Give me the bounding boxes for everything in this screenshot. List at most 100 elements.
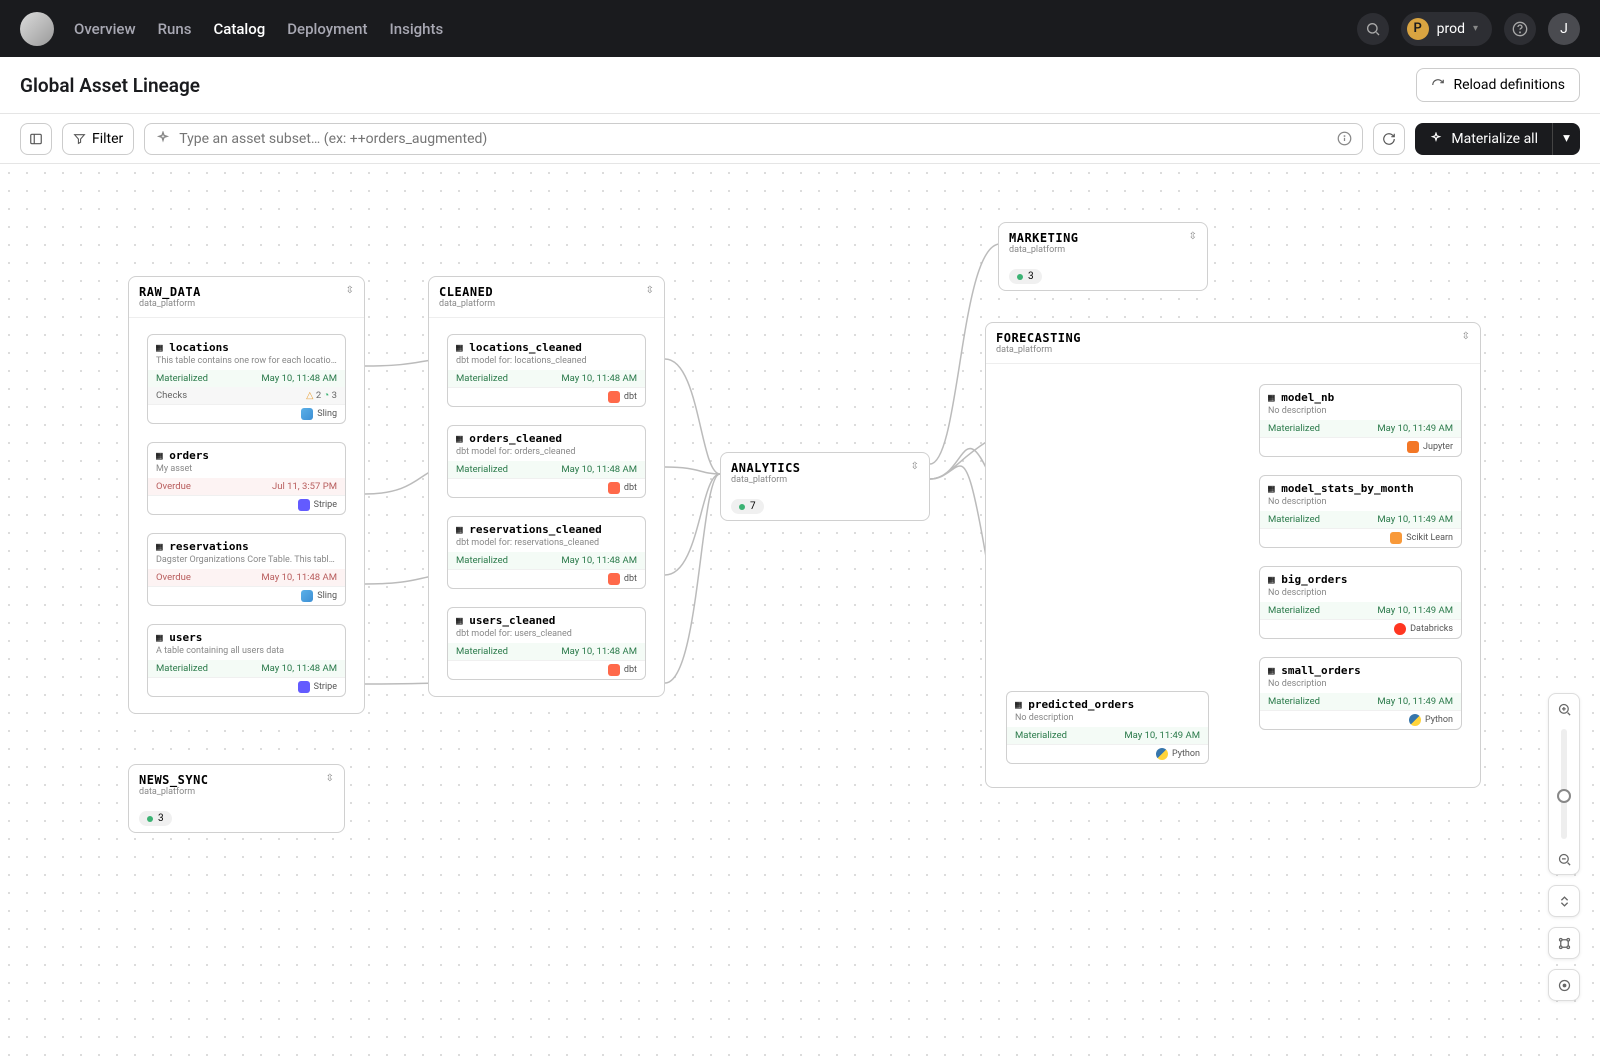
- group-raw-data[interactable]: RAW_DATA data_platform ⇳ ▦ locations Thi…: [128, 276, 365, 714]
- expand-icon[interactable]: ⇳: [1189, 231, 1197, 255]
- asset-description: No description: [1015, 713, 1200, 723]
- asset-card[interactable]: ▦ reservations Dagster Organizations Cor…: [147, 533, 346, 606]
- asset-tag: Python: [1260, 710, 1461, 729]
- asset-tag: dbt: [448, 478, 645, 497]
- page-title: Global Asset Lineage: [20, 74, 200, 97]
- nav-deployment[interactable]: Deployment: [287, 20, 367, 38]
- group-subtitle: data_platform: [439, 299, 495, 309]
- zoom-slider[interactable]: [1561, 729, 1567, 839]
- asset-description: dbt model for: reservations_cleaned: [456, 538, 637, 548]
- group-news-sync[interactable]: NEWS_SYNC data_platform ⇳ 3: [128, 764, 345, 833]
- asset-name: ▦ users: [156, 631, 337, 644]
- asset-name: ▦ locations: [156, 341, 337, 354]
- asset-status: MaterializedMay 10, 11:49 AM: [1260, 420, 1461, 437]
- materialize-caret[interactable]: ▾: [1552, 123, 1580, 155]
- nav-insights[interactable]: Insights: [390, 20, 444, 38]
- asset-description: dbt model for: users_cleaned: [456, 629, 637, 639]
- asset-name: ▦ users_cleaned: [456, 614, 637, 627]
- asset-card[interactable]: ▦ orders_cleaned dbt model for: orders_c…: [447, 425, 646, 498]
- jupyter-icon: [1407, 441, 1419, 453]
- asset-card[interactable]: ▦ orders My asset OverdueJul 11, 3:57 PM…: [147, 442, 346, 515]
- asset-card[interactable]: ▦ small_orders No description Materializ…: [1259, 657, 1462, 730]
- asset-description: Dagster Organizations Core Table. This t…: [156, 555, 337, 565]
- asset-tag: dbt: [448, 660, 645, 679]
- expand-icon[interactable]: ⇳: [326, 773, 334, 797]
- group-title: RAW_DATA: [139, 285, 201, 299]
- search-icon[interactable]: [1357, 13, 1389, 45]
- filter-icon: [73, 132, 86, 145]
- asset-card[interactable]: ▦ predicted_orders No description Materi…: [1006, 691, 1209, 764]
- logo[interactable]: [20, 12, 54, 46]
- collapse-icon[interactable]: ⇳: [646, 285, 654, 309]
- dbt-icon: [608, 482, 620, 494]
- asset-card[interactable]: ▦ model_stats_by_month No description Ma…: [1259, 475, 1462, 548]
- collapse-icon[interactable]: ⇳: [346, 285, 354, 309]
- zoom-out-button[interactable]: [1549, 844, 1579, 874]
- group-subtitle: data_platform: [139, 787, 209, 797]
- reload-button[interactable]: Reload definitions: [1416, 68, 1580, 102]
- dbt-icon: [608, 664, 620, 676]
- group-analytics[interactable]: ANALYTICS data_platform ⇳ 7: [720, 452, 930, 521]
- refresh-button[interactable]: [1373, 123, 1405, 155]
- toolbar: Filter Materialize all ▾: [0, 114, 1600, 164]
- nav-runs[interactable]: Runs: [158, 20, 192, 38]
- asset-tag: Sling: [148, 404, 345, 423]
- asset-description: This table contains one row for each loc…: [156, 356, 337, 366]
- asset-tag: dbt: [448, 569, 645, 588]
- env-switcher[interactable]: P prod ▾: [1401, 12, 1492, 46]
- asset-tag: Sling: [148, 586, 345, 605]
- asset-status: OverdueJul 11, 3:57 PM: [148, 478, 345, 495]
- asset-card[interactable]: ▦ users_cleaned dbt model for: users_cle…: [447, 607, 646, 680]
- refresh-icon: [1382, 132, 1396, 146]
- materialize-button[interactable]: Materialize all: [1415, 123, 1552, 155]
- asset-name: ▦ model_nb: [1268, 391, 1453, 404]
- group-title: FORECASTING: [996, 331, 1081, 345]
- asset-count: 3: [139, 811, 172, 826]
- nav-links: Overview Runs Catalog Deployment Insight…: [74, 20, 443, 38]
- lineage-canvas[interactable]: RAW_DATA data_platform ⇳ ▦ locations Thi…: [0, 164, 1600, 1061]
- asset-status: MaterializedMay 10, 11:48 AM: [148, 660, 345, 677]
- sling-icon: [301, 590, 313, 602]
- expand-icon[interactable]: ⇳: [911, 461, 919, 485]
- group-marketing[interactable]: MARKETING data_platform ⇳ 3: [998, 222, 1208, 291]
- user-avatar[interactable]: J: [1548, 13, 1580, 45]
- asset-tag: Python: [1007, 744, 1208, 763]
- asset-name: ▦ big_orders: [1268, 573, 1453, 586]
- zoom-in-button[interactable]: [1549, 694, 1579, 724]
- dbt-icon: [608, 391, 620, 403]
- asset-card[interactable]: ▦ big_orders No description Materialized…: [1259, 566, 1462, 639]
- sidebar-toggle-button[interactable]: [20, 123, 52, 155]
- env-badge: P: [1407, 18, 1429, 40]
- zoom-knob[interactable]: [1557, 789, 1571, 803]
- info-icon[interactable]: [1337, 131, 1352, 146]
- collapse-all-button[interactable]: [1549, 886, 1579, 916]
- asset-status: MaterializedMay 10, 11:48 AM: [148, 370, 345, 387]
- asset-tag: Scikit Learn: [1260, 528, 1461, 547]
- nav-catalog[interactable]: Catalog: [213, 20, 265, 38]
- group-cleaned[interactable]: CLEANED data_platform ⇳ ▦ locations_clea…: [428, 276, 665, 697]
- group-title: NEWS_SYNC: [139, 773, 209, 787]
- python-icon: [1156, 748, 1168, 760]
- asset-description: dbt model for: orders_cleaned: [456, 447, 637, 457]
- asset-status: MaterializedMay 10, 11:48 AM: [448, 643, 645, 660]
- asset-tag: dbt: [448, 387, 645, 406]
- asset-card[interactable]: ▦ locations_cleaned dbt model for: locat…: [447, 334, 646, 407]
- asset-card[interactable]: ▦ locations This table contains one row …: [147, 334, 346, 424]
- asset-search[interactable]: [144, 123, 1363, 155]
- collapse-icon[interactable]: ⇳: [1462, 331, 1470, 355]
- asset-description: dbt model for: locations_cleaned: [456, 356, 637, 366]
- chevron-down-icon: ▾: [1473, 23, 1478, 34]
- center-button[interactable]: [1549, 970, 1579, 1000]
- filter-button[interactable]: Filter: [62, 123, 134, 155]
- asset-card[interactable]: ▦ users A table containing all users dat…: [147, 624, 346, 697]
- layout-button[interactable]: [1549, 928, 1579, 958]
- asset-card[interactable]: ▦ model_nb No description MaterializedMa…: [1259, 384, 1462, 457]
- asset-count: 3: [1009, 269, 1042, 284]
- help-icon[interactable]: [1504, 13, 1536, 45]
- nav-overview[interactable]: Overview: [74, 20, 136, 38]
- group-title: MARKETING: [1009, 231, 1079, 245]
- group-forecasting[interactable]: FORECASTING data_platform ⇳ ▦ predicted_…: [985, 322, 1481, 788]
- asset-search-input[interactable]: [179, 131, 1329, 147]
- asset-card[interactable]: ▦ reservations_cleaned dbt model for: re…: [447, 516, 646, 589]
- asset-name: ▦ reservations: [156, 540, 337, 553]
